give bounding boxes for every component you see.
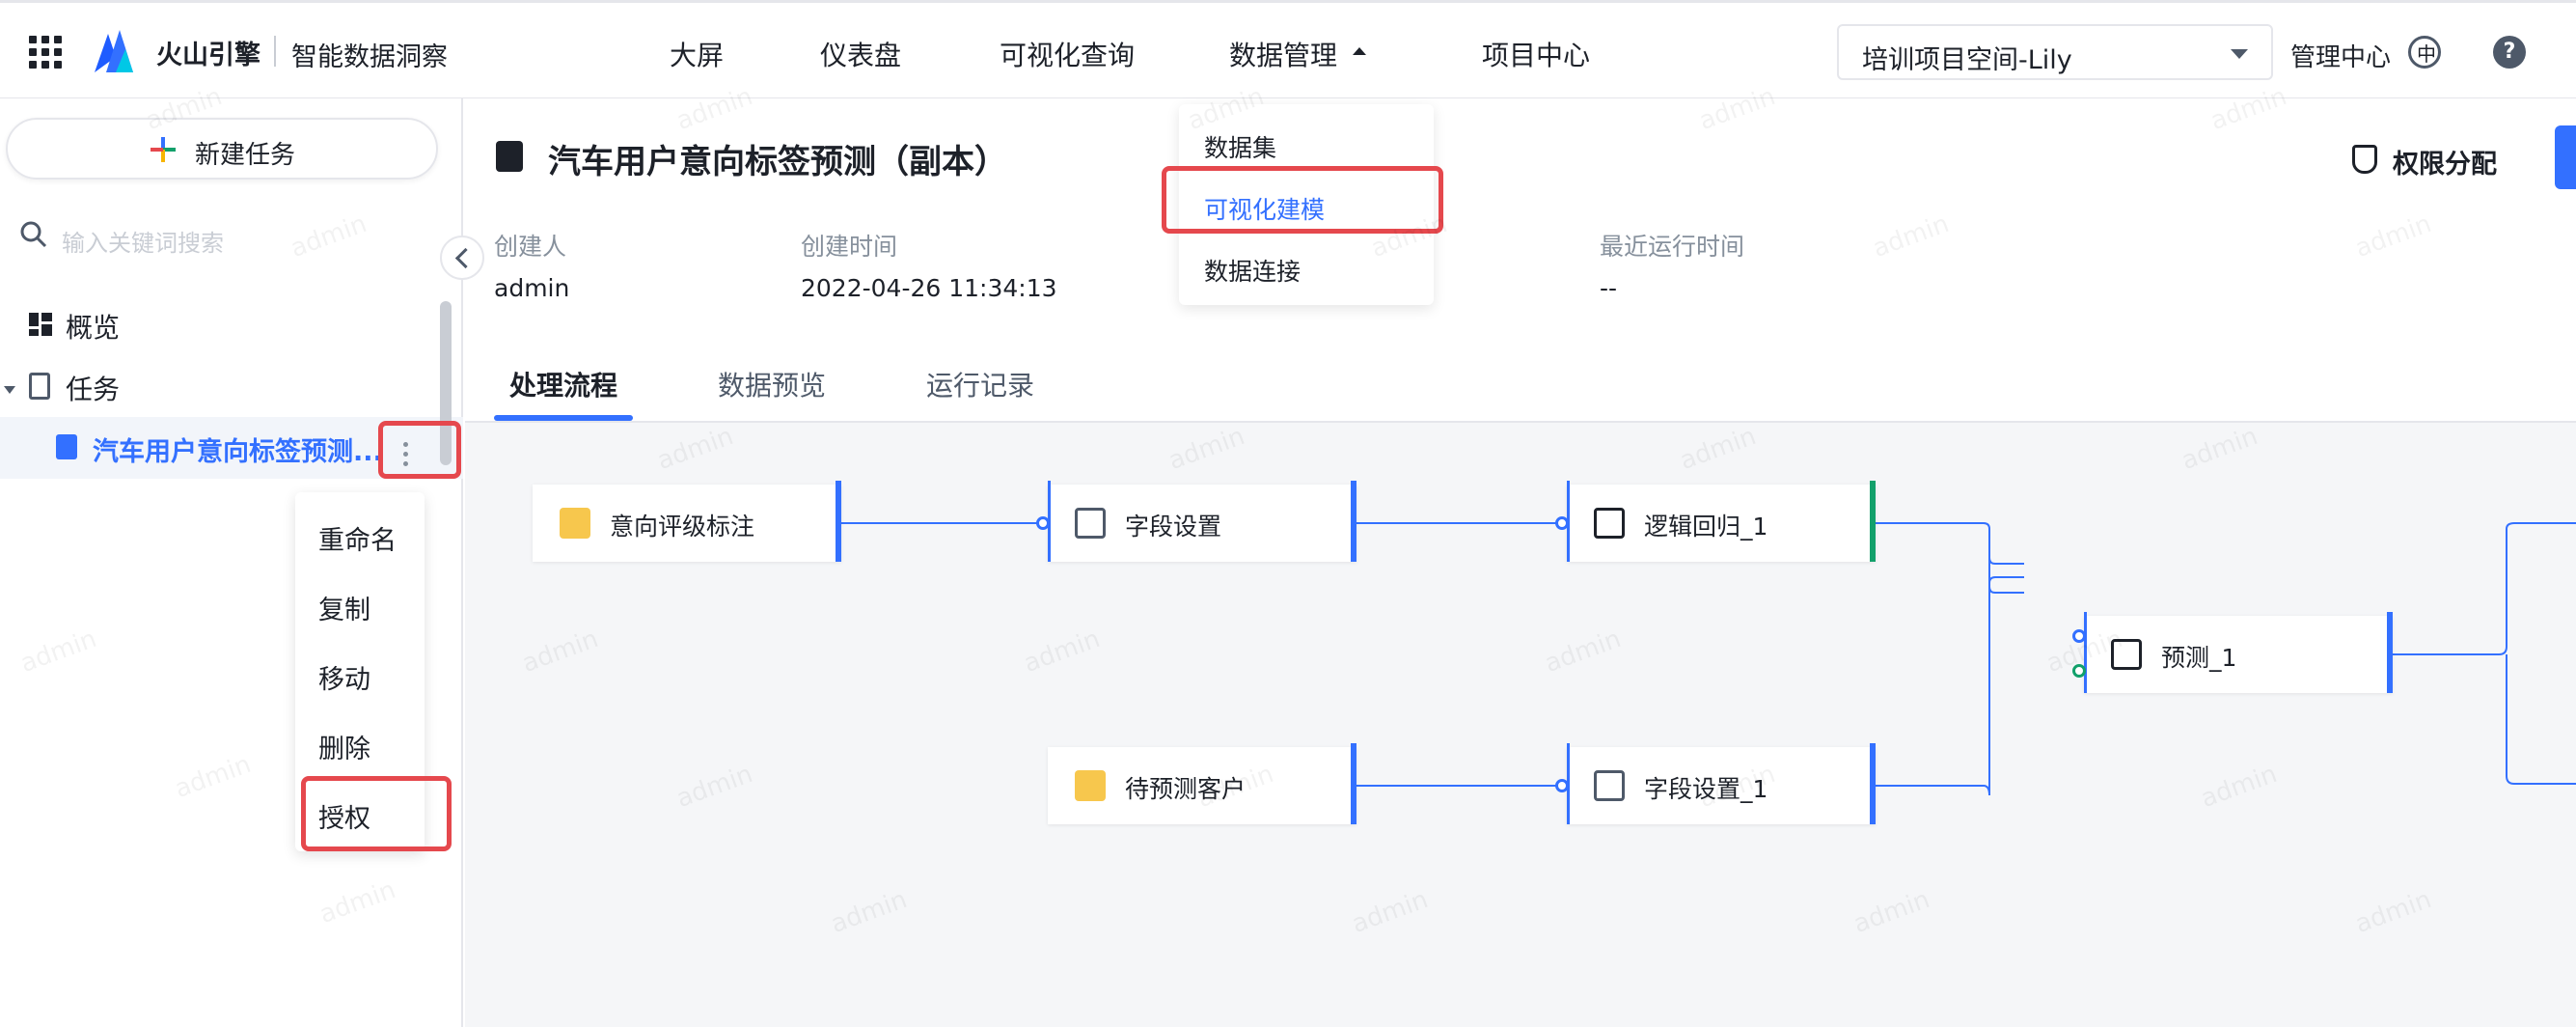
created-time-label: 创建时间 (801, 233, 898, 261)
project-select[interactable]: 培训项目空间-Lily (1837, 24, 2273, 80)
top-navigation-bar: 火山引擎 智能数据洞察 大屏 仪表盘 可视化查询 数据管理 项目中心 培训项目空… (0, 0, 2576, 98)
volcano-logo-icon (95, 30, 133, 72)
document-icon (29, 373, 50, 400)
node-output-bar (1351, 743, 1357, 824)
brand-name: 火山引擎 (156, 41, 260, 70)
last-run-value: -- (1600, 274, 1618, 302)
field-setting-icon (1594, 770, 1625, 801)
search-icon (20, 221, 47, 248)
active-tab-indicator (494, 415, 633, 421)
node-input-bar (2084, 612, 2087, 693)
caret-up-icon (1353, 47, 1366, 55)
nav-project-center[interactable]: 项目中心 (1482, 35, 1590, 73)
node-output-bar (2387, 612, 2393, 693)
menu-item-copy[interactable]: 复制 (318, 589, 370, 626)
admin-center-link[interactable]: 管理中心 (2290, 38, 2391, 73)
flow-node-label: 预测_1 (2161, 644, 2237, 672)
flow-node-label: 逻辑回归_1 (1644, 513, 1768, 541)
primary-action-button[interactable] (2555, 125, 2576, 189)
overview-icon (29, 313, 52, 336)
flow-node-field-setting[interactable]: 字段设置 (1048, 481, 1357, 562)
new-task-label: 新建任务 (195, 141, 296, 170)
flow-node-field-setting-1[interactable]: 字段设置_1 (1567, 743, 1876, 824)
permission-button[interactable]: 权限分配 (2393, 143, 2497, 180)
product-name: 智能数据洞察 (291, 42, 448, 72)
tab-process-flow[interactable]: 处理流程 (509, 365, 617, 403)
flow-node-to-predict-customers[interactable]: 待预测客户 (1048, 743, 1357, 824)
flow-node-label: 字段设置_1 (1644, 775, 1768, 803)
menu-item-data-connection[interactable]: 数据连接 (1204, 253, 1301, 288)
input-port[interactable] (1555, 516, 1569, 530)
highlight-authorize (301, 776, 452, 851)
creator-label: 创建人 (494, 233, 567, 261)
nav-big-screen[interactable]: 大屏 (670, 35, 724, 73)
flow-node-label: 意向评级标注 (610, 513, 755, 541)
nav-visual-query[interactable]: 可视化查询 (1000, 35, 1135, 73)
node-output-bar (1870, 481, 1876, 562)
dataset-icon (560, 508, 590, 539)
menu-item-dataset[interactable]: 数据集 (1204, 129, 1276, 164)
created-time-value: 2022-04-26 11:34:13 (801, 274, 1057, 302)
language-icon[interactable]: 中 (2408, 36, 2441, 69)
field-setting-icon (1075, 508, 1106, 539)
nav-dashboard[interactable]: 仪表盘 (820, 35, 901, 73)
flow-task-icon (496, 141, 523, 172)
input-port[interactable] (2072, 664, 2086, 678)
menu-item-rename[interactable]: 重命名 (318, 519, 397, 557)
flow-task-icon (56, 434, 77, 459)
creator-value: admin (494, 274, 570, 302)
menu-item-delete[interactable]: 删除 (318, 728, 370, 765)
active-task-label: 汽车用户意向标签预测... (93, 437, 383, 467)
project-select-value: 培训项目空间-Lily (1862, 45, 2072, 75)
sidebar-item-tasks[interactable]: 任务 (66, 369, 120, 407)
flow-node-label: 待预测客户 (1125, 775, 1247, 803)
chevron-down-icon (2231, 49, 2248, 59)
sidebar-item-overview[interactable]: 概览 (66, 307, 120, 346)
menu-item-move[interactable]: 移动 (318, 658, 370, 696)
chart-icon (2111, 639, 2142, 670)
flow-canvas[interactable]: 意向评级标注 字段设置 逻辑回归_1 预测_1 待预测客户 字段设置_1 (465, 423, 2576, 1027)
plus-icon (151, 137, 176, 162)
flow-node-predict[interactable]: 预测_1 (2084, 612, 2393, 693)
last-run-label: 最近运行时间 (1600, 233, 1745, 261)
tab-run-records[interactable]: 运行记录 (926, 365, 1034, 403)
input-port[interactable] (1555, 779, 1569, 792)
flow-node-logistic-regression[interactable]: 逻辑回归_1 (1567, 481, 1876, 562)
app-grid-icon[interactable] (29, 36, 62, 69)
node-output-bar (836, 481, 841, 562)
new-task-button[interactable]: 新建任务 (6, 118, 438, 180)
page-title: 汽车用户意向标签预测（副本） (548, 143, 1007, 181)
tab-data-preview[interactable]: 数据预览 (718, 365, 826, 403)
dataset-icon (1075, 770, 1106, 801)
help-icon[interactable]: ? (2493, 36, 2526, 69)
input-port[interactable] (1036, 516, 1050, 530)
flow-node-intent-label[interactable]: 意向评级标注 (533, 481, 841, 562)
shield-icon (2352, 145, 2377, 174)
brand-divider (274, 36, 276, 67)
flow-node-label: 字段设置 (1125, 513, 1222, 541)
search-input[interactable]: 输入关键词搜索 (62, 224, 224, 258)
node-output-bar (1351, 481, 1357, 562)
nav-data-management[interactable]: 数据管理 (1229, 35, 1337, 73)
model-cube-icon (1594, 508, 1625, 539)
caret-down-icon[interactable] (4, 386, 15, 394)
node-output-bar (1870, 743, 1876, 824)
highlight-more-button (378, 421, 461, 479)
highlight-visual-modeling (1162, 166, 1443, 234)
input-port[interactable] (2072, 629, 2086, 643)
